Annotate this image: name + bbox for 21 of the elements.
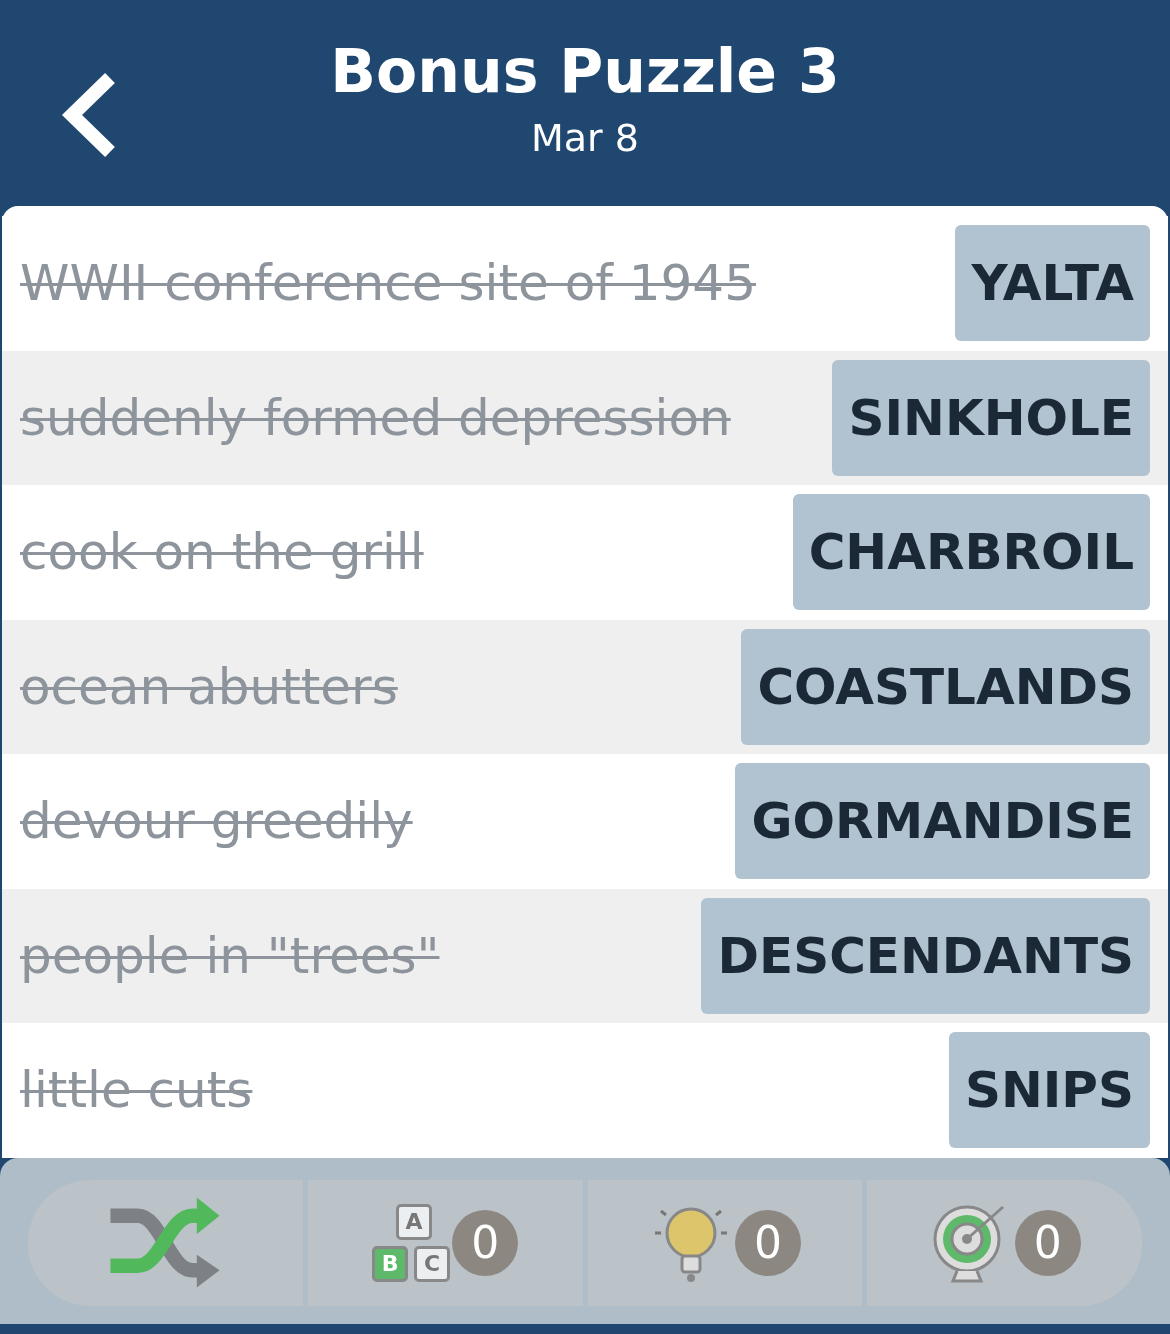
answer-tile[interactable]: YALTA xyxy=(955,225,1150,342)
answer-tile[interactable]: DESCENDANTS xyxy=(701,897,1150,1014)
answer-tile[interactable]: COASTLANDS xyxy=(741,628,1150,745)
clue-text: people in "trees" xyxy=(20,926,440,985)
puzzle-date: Mar 8 xyxy=(531,116,639,160)
answer-tile[interactable]: SNIPS xyxy=(948,1032,1150,1149)
count-badge: 0 xyxy=(734,1209,801,1276)
count-badge: 0 xyxy=(1014,1209,1081,1276)
answer-tile[interactable]: SINKHOLE xyxy=(832,359,1150,476)
clue-text: little cuts xyxy=(20,1061,253,1120)
clue-text: cook on the grill xyxy=(20,523,424,582)
clue-text: ocean abutters xyxy=(20,657,398,716)
clue-text: devour greedily xyxy=(20,792,413,851)
clue-text: WWII conference site of 1945 xyxy=(20,254,756,313)
clue-text: suddenly formed depression xyxy=(20,388,731,447)
letter-block[interactable]: A xyxy=(396,1203,433,1240)
count-badge: 0 xyxy=(452,1209,519,1276)
letter-block[interactable]: C xyxy=(414,1245,451,1282)
puzzle-title: Bonus Puzzle 3 xyxy=(330,36,840,106)
answer-tile[interactable]: GORMANDISE xyxy=(735,763,1150,880)
answer-tile[interactable]: CHARBROIL xyxy=(792,494,1150,611)
